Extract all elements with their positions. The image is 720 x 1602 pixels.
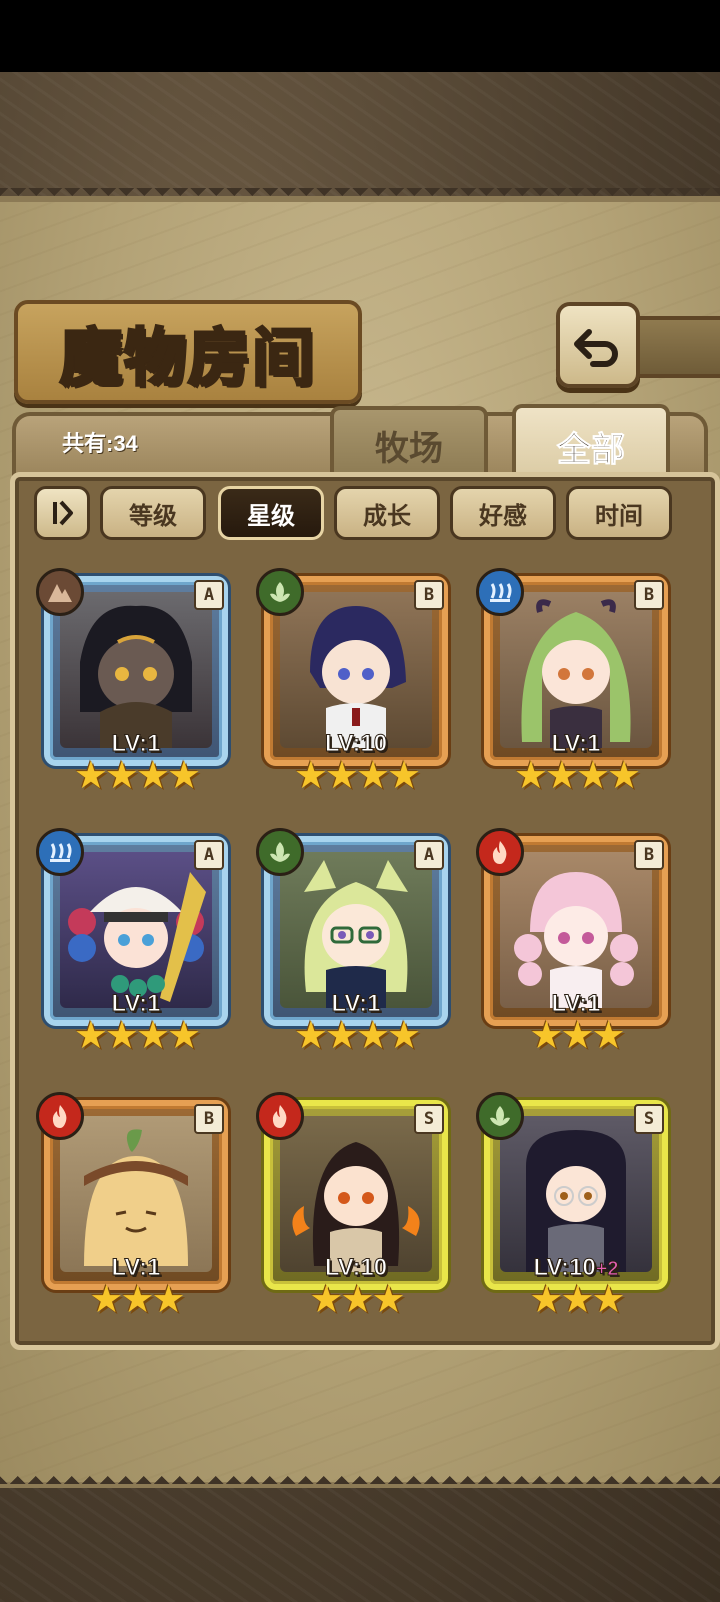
leaf-element-icon: [476, 1092, 524, 1140]
monster-portrait: [280, 852, 432, 1008]
monster-card[interactable]: B LV:1 ★★★: [476, 828, 674, 1054]
panel-torn-edge-bottom: [0, 1470, 720, 1484]
monster-card[interactable]: S LV:10+2 ★★★: [476, 1092, 674, 1318]
monster-card[interactable]: A LV:1 ★★★★: [36, 828, 234, 1054]
fire-element-icon: [256, 1092, 304, 1140]
rank-badge: B: [414, 580, 444, 610]
star-rating: ★★★: [309, 1277, 405, 1321]
rank-badge: A: [194, 840, 224, 870]
status-bar-area: [0, 0, 720, 72]
monster-card[interactable]: B LV:10 ★★★★: [256, 568, 454, 794]
rank-badge: B: [194, 1104, 224, 1134]
monster-card[interactable]: B LV:1 ★★★: [36, 1092, 234, 1318]
leaf-element-icon: [256, 568, 304, 616]
rank-badge: A: [194, 580, 224, 610]
star-rating: ★★★: [529, 1277, 625, 1321]
monster-portrait: [60, 592, 212, 748]
water-element-icon: [36, 828, 84, 876]
sort-star-button[interactable]: 星级: [218, 486, 324, 540]
monster-card[interactable]: S LV:10 ★★★: [256, 1092, 454, 1318]
rank-badge: B: [634, 840, 664, 870]
star-rating: ★★★★: [73, 1013, 201, 1057]
sort-level-button[interactable]: 等级: [100, 486, 206, 540]
monster-portrait: [60, 852, 212, 1008]
earth-element-icon: [36, 568, 84, 616]
tab-pasture[interactable]: 牧场: [330, 406, 488, 480]
fire-element-icon: [476, 828, 524, 876]
monster-portrait: [500, 592, 652, 748]
return-arrow-icon: [574, 329, 618, 367]
monster-portrait: [60, 1116, 212, 1272]
monster-card[interactable]: B LV:1 ★★★★: [476, 568, 674, 794]
sort-time-button[interactable]: 时间: [566, 486, 672, 540]
monster-card[interactable]: A LV:1 ★★★★: [256, 828, 454, 1054]
water-element-icon: [476, 568, 524, 616]
monster-count: 共有:34: [62, 431, 138, 456]
star-rating: ★★★★: [293, 1013, 421, 1057]
monster-portrait: [500, 852, 652, 1008]
rank-badge: B: [634, 580, 664, 610]
monster-portrait: [280, 592, 432, 748]
rank-badge: S: [634, 1104, 664, 1134]
star-rating: ★★★: [89, 1277, 185, 1321]
leaf-element-icon: [256, 828, 304, 876]
title-plate: 魔物房间: [14, 300, 362, 404]
star-rating: ★★★★: [293, 753, 421, 797]
sort-order-toggle[interactable]: [34, 486, 90, 540]
back-strip: [634, 316, 720, 378]
page-title: 魔物房间: [58, 320, 316, 396]
sort-order-icon: [53, 500, 73, 526]
star-rating: ★★★: [529, 1013, 625, 1057]
monster-card[interactable]: A LV:1 ★★★★: [36, 568, 234, 794]
monster-portrait: [280, 1116, 432, 1272]
rank-badge: A: [414, 840, 444, 870]
star-rating: ★★★★: [73, 753, 201, 797]
rank-badge: S: [414, 1104, 444, 1134]
star-rating: ★★★★: [513, 753, 641, 797]
sort-affection-button[interactable]: 好感: [450, 486, 556, 540]
sort-growth-button[interactable]: 成长: [334, 486, 440, 540]
fire-element-icon: [36, 1092, 84, 1140]
back-button[interactable]: [556, 302, 640, 388]
monster-portrait: [500, 1116, 652, 1272]
